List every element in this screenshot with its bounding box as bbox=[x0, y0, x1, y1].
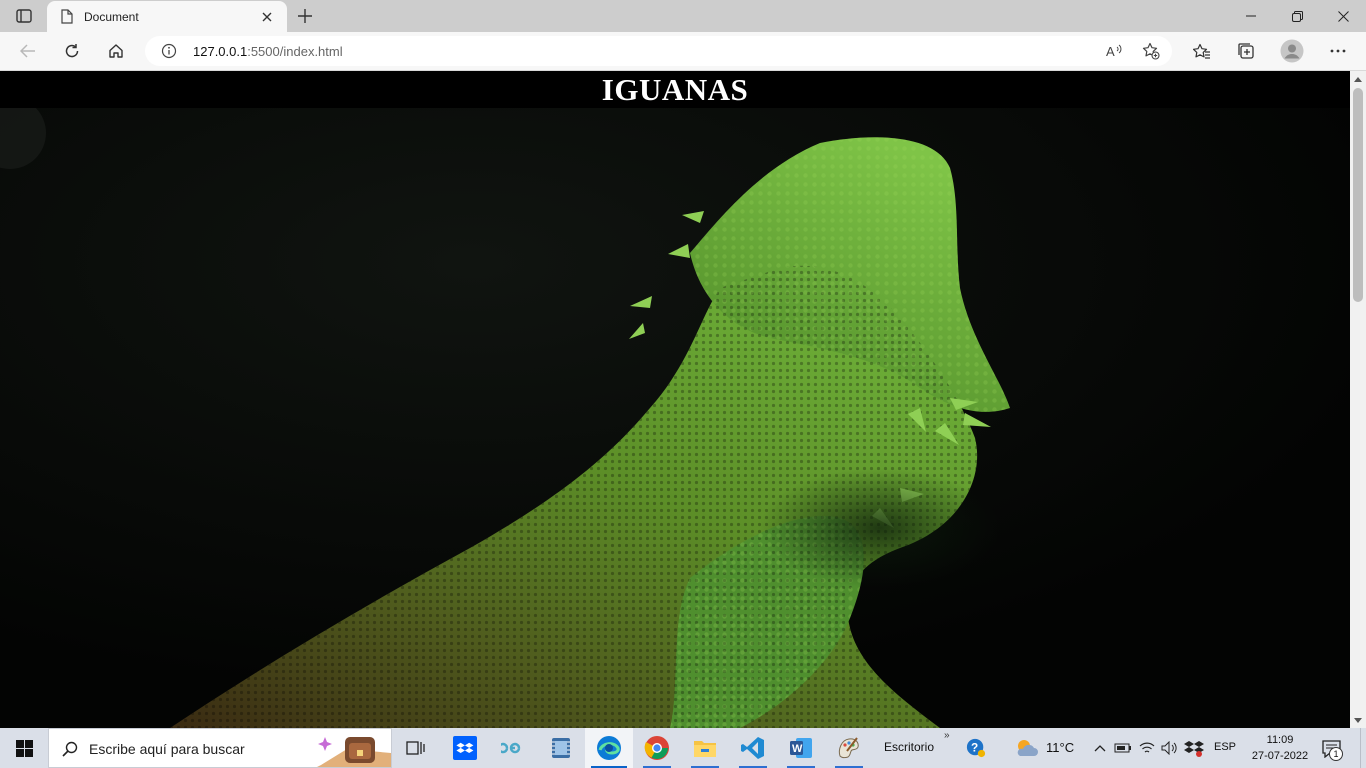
search-icon bbox=[61, 740, 79, 758]
clock-time: 11:09 bbox=[1266, 734, 1294, 746]
tab-actions-icon[interactable] bbox=[10, 4, 38, 28]
scroll-down-icon[interactable] bbox=[1354, 716, 1362, 724]
svg-text:?: ? bbox=[971, 741, 978, 755]
page-header: IGUANAS bbox=[0, 71, 1350, 108]
home-icon[interactable] bbox=[100, 36, 132, 66]
file-explorer-icon[interactable] bbox=[681, 728, 729, 768]
dropbox-tray-icon[interactable] bbox=[1184, 738, 1204, 758]
chrome-icon[interactable] bbox=[633, 728, 681, 768]
svg-text:A: A bbox=[1106, 44, 1115, 59]
tab-strip: Document bbox=[0, 0, 1366, 32]
close-icon[interactable] bbox=[1320, 0, 1366, 32]
tab-title: Document bbox=[84, 9, 139, 24]
svg-text:W: W bbox=[792, 743, 803, 755]
volume-icon[interactable] bbox=[1160, 738, 1180, 758]
temperature[interactable]: 11°C bbox=[1046, 740, 1074, 755]
vscode-icon[interactable] bbox=[729, 728, 777, 768]
paint-icon[interactable] bbox=[825, 728, 873, 768]
restore-icon[interactable] bbox=[1274, 0, 1320, 32]
taskbar-search[interactable]: Escribe aquí para buscar bbox=[48, 728, 392, 768]
word-icon[interactable]: W bbox=[777, 728, 825, 768]
url-path: :5500/index.html bbox=[247, 44, 343, 59]
more-icon[interactable] bbox=[1322, 36, 1354, 66]
chevron-up-icon[interactable] bbox=[1090, 738, 1110, 758]
taskbar: Escribe aquí para buscar W Escritorio » … bbox=[0, 728, 1366, 768]
favorites-icon[interactable] bbox=[1186, 36, 1218, 66]
page-title: IGUANAS bbox=[601, 71, 749, 107]
address-bar[interactable]: 127.0.0.1:5500/index.html A bbox=[145, 36, 1172, 66]
refresh-icon[interactable] bbox=[56, 36, 88, 66]
weather-icon[interactable] bbox=[1014, 738, 1040, 758]
page-scrollbar[interactable] bbox=[1350, 71, 1366, 728]
dropbox-icon[interactable] bbox=[441, 728, 489, 768]
page-viewport: IGUANAS bbox=[0, 71, 1350, 728]
url-host: 127.0.0.1 bbox=[193, 44, 248, 59]
read-aloud-icon[interactable]: A bbox=[1103, 40, 1127, 62]
windows-start-icon[interactable] bbox=[0, 728, 48, 768]
iguana-hero-image bbox=[0, 108, 1350, 728]
document-icon bbox=[59, 9, 75, 25]
edge-icon[interactable] bbox=[585, 728, 633, 768]
notification-badge: 1 bbox=[1329, 747, 1343, 761]
url-text[interactable]: 127.0.0.1:5500/index.html bbox=[193, 44, 343, 59]
back-arrow-icon[interactable] bbox=[12, 36, 44, 66]
battery-icon[interactable] bbox=[1113, 738, 1133, 758]
language-indicator[interactable]: ESP bbox=[1214, 741, 1236, 753]
search-placeholder: Escribe aquí para buscar bbox=[89, 741, 245, 757]
minimize-icon[interactable] bbox=[1228, 0, 1274, 32]
task-view-icon[interactable] bbox=[392, 728, 440, 768]
show-desktop-button[interactable] bbox=[1360, 728, 1366, 768]
browser-toolbar: 127.0.0.1:5500/index.html A bbox=[0, 32, 1366, 71]
help-icon[interactable]: ? bbox=[966, 738, 986, 758]
browser-tab[interactable]: Document bbox=[47, 1, 287, 32]
desktop-toolbar-label[interactable]: Escritorio bbox=[884, 740, 934, 754]
scroll-up-icon[interactable] bbox=[1354, 75, 1362, 83]
wifi-icon[interactable] bbox=[1137, 738, 1157, 758]
chevron-double-icon[interactable]: » bbox=[944, 730, 950, 741]
video-icon[interactable] bbox=[537, 728, 585, 768]
app-icon[interactable] bbox=[489, 728, 537, 768]
search-highlight-icon bbox=[317, 737, 391, 767]
scrollbar-thumb[interactable] bbox=[1353, 88, 1363, 302]
plus-icon[interactable] bbox=[292, 4, 318, 28]
profile-icon[interactable] bbox=[1276, 36, 1308, 66]
info-icon[interactable] bbox=[161, 43, 177, 59]
clock-date: 27-07-2022 bbox=[1251, 750, 1309, 762]
add-favorite-icon[interactable] bbox=[1139, 40, 1163, 62]
collections-icon[interactable] bbox=[1230, 36, 1262, 66]
clock[interactable]: 11:09 27-07-2022 bbox=[1246, 732, 1314, 764]
close-tab-icon[interactable] bbox=[257, 7, 277, 27]
